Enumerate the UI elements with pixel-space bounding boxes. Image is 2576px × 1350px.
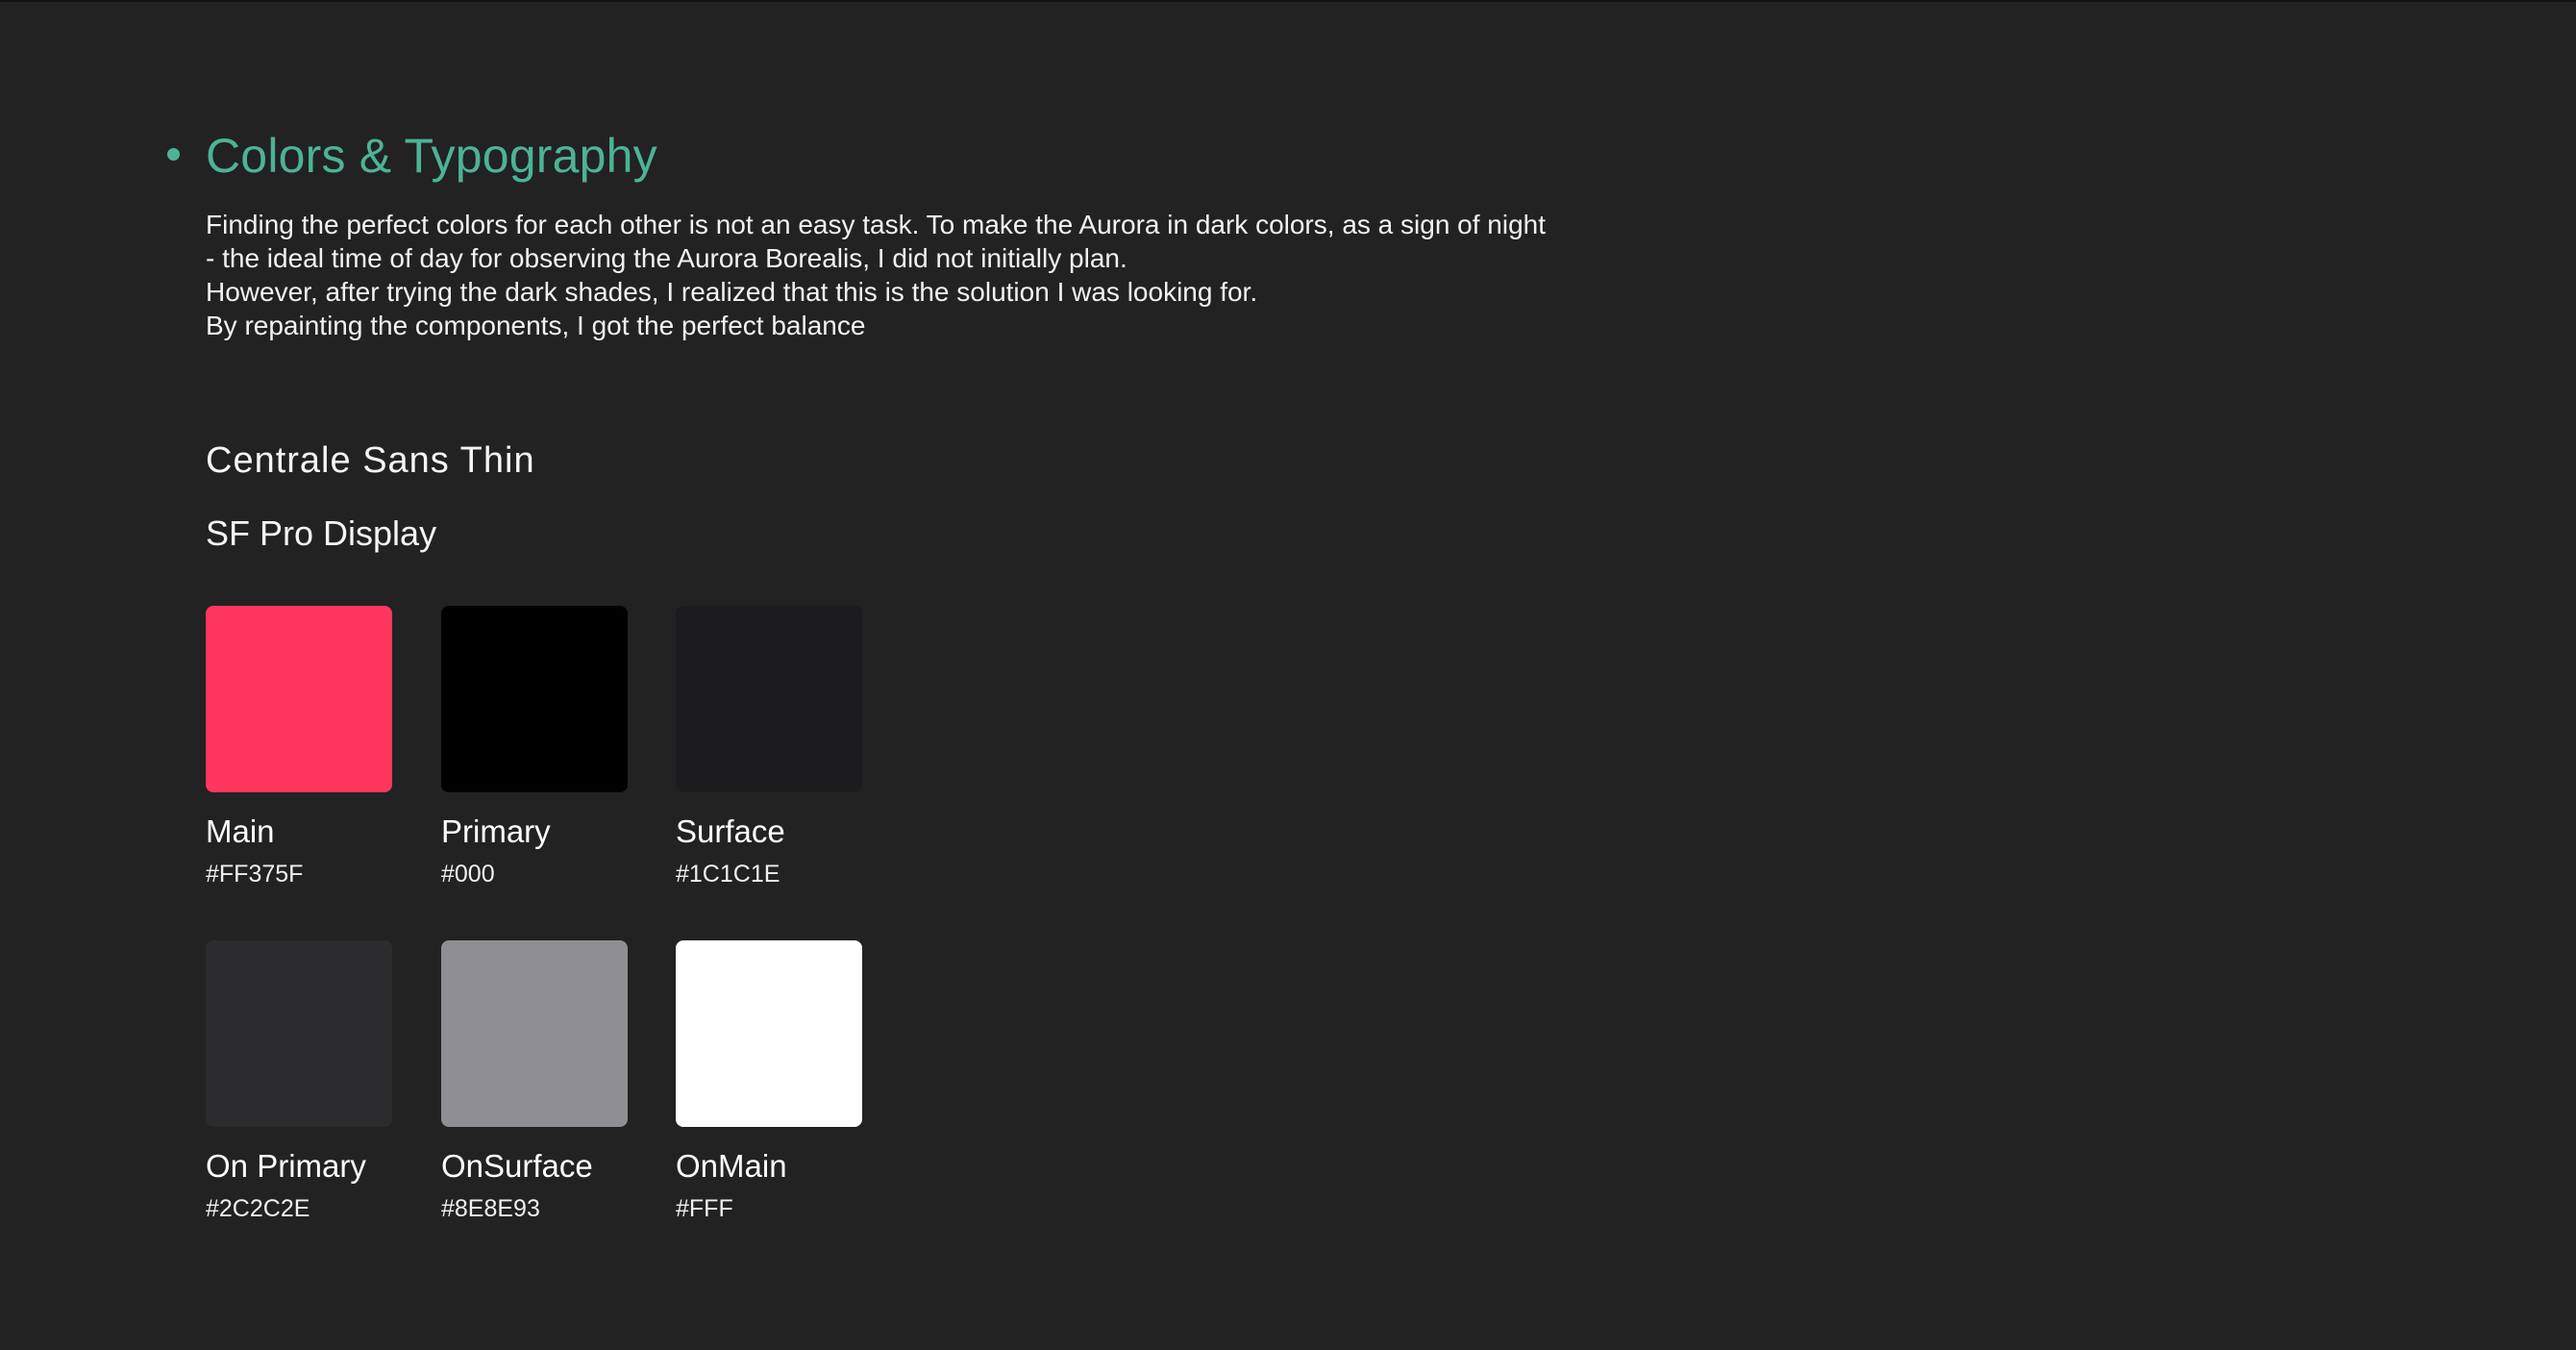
swatch-on-primary: On Primary #2C2C2E (206, 940, 392, 1223)
description-line: Finding the perfect colors for each othe… (206, 210, 1547, 239)
swatch-hex: #FF375F (206, 861, 304, 888)
swatch-label: OnSurface (441, 1148, 593, 1184)
description-line: However, after trying the dark shades, I… (206, 277, 1258, 307)
swatch-label: Surface (676, 813, 785, 849)
color-swatch (206, 606, 392, 792)
section-description: Finding the perfect colors for each othe… (206, 208, 1840, 342)
swatch-primary: Primary #000 (441, 606, 628, 888)
swatch-label: OnMain (676, 1148, 787, 1184)
swatch-label: On Primary (206, 1148, 366, 1184)
swatch-hex: #1C1C1E (676, 861, 780, 888)
color-swatch (676, 606, 862, 792)
color-swatch (441, 606, 628, 792)
bullet-icon (167, 148, 180, 161)
description-line: - the ideal time of day for observing th… (206, 243, 1127, 273)
swatch-on-main: OnMain #FFF (676, 940, 862, 1223)
swatch-surface: Surface #1C1C1E (676, 606, 862, 888)
color-swatch (676, 940, 862, 1127)
swatch-hex: #FFF (676, 1195, 733, 1222)
swatch-label: Main (206, 813, 275, 849)
swatch-hex: #8E8E93 (441, 1195, 540, 1222)
colors-typography-section: Colors & Typography Finding the perfect … (0, 0, 2576, 1350)
font-sample-centrale: Centrale Sans Thin (206, 440, 535, 481)
swatch-label: Primary (441, 813, 551, 849)
swatch-hex: #2C2C2E (206, 1195, 310, 1222)
swatch-on-surface: OnSurface #8E8E93 (441, 940, 628, 1223)
swatch-hex: #000 (441, 861, 495, 888)
description-line: By repainting the components, I got the … (206, 311, 866, 340)
color-swatch (206, 940, 392, 1127)
font-sample-sf-pro: SF Pro Display (206, 513, 437, 553)
section-title: Colors & Typography (206, 129, 657, 183)
swatch-main: Main #FF375F (206, 606, 392, 888)
color-swatch (441, 940, 628, 1127)
